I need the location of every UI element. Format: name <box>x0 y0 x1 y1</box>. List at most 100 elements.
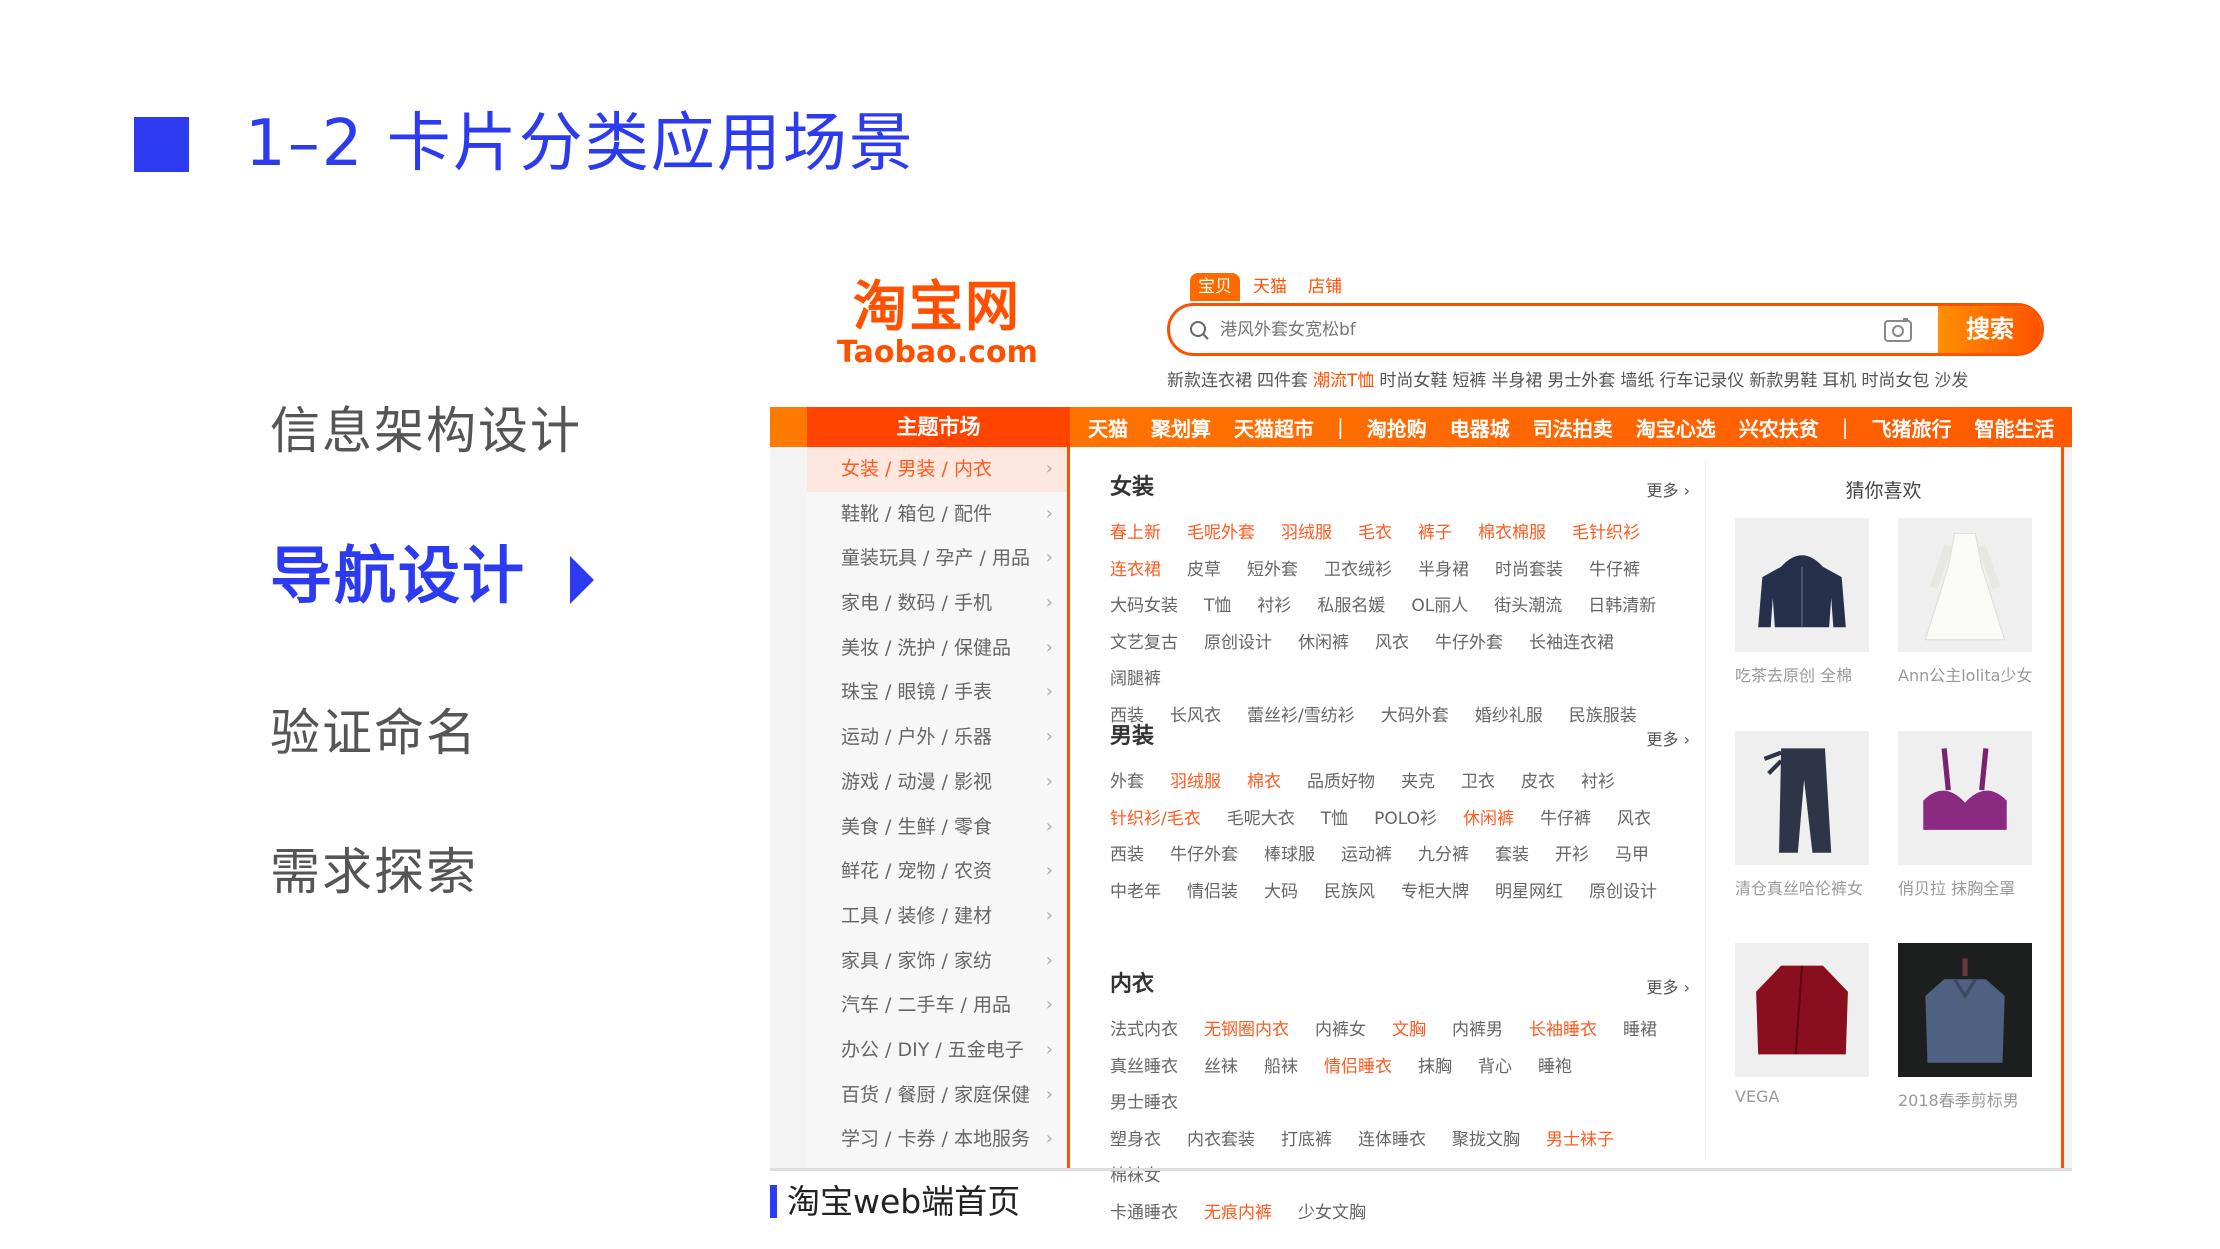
category-tag-link[interactable]: 聚拢文胸 <box>1452 1122 1520 1159</box>
category-tag-link[interactable]: 睡袍 <box>1538 1049 1572 1086</box>
category-tag-link[interactable]: 羽绒服 <box>1170 764 1221 801</box>
hot-word-link[interactable]: 墙纸 <box>1620 371 1654 391</box>
category-tag-link[interactable]: 风衣 <box>1375 625 1409 662</box>
category-tag-link[interactable]: 真丝睡衣 <box>1110 1049 1178 1086</box>
category-tag-link[interactable]: 背心 <box>1478 1049 1512 1086</box>
category-tag-link[interactable]: 情侣睡衣 <box>1324 1049 1392 1086</box>
sidebar-category-item[interactable]: 办公 / DIY / 五金电子 › <box>807 1028 1067 1073</box>
product-card[interactable]: VEGA <box>1735 943 1869 1106</box>
category-tag-link[interactable]: 日韩清新 <box>1588 588 1656 625</box>
product-card[interactable]: 吃茶去原创 全棉 <box>1735 518 1869 686</box>
category-tag-link[interactable]: POLO衫 <box>1374 801 1437 838</box>
category-tag-link[interactable]: 开衫 <box>1555 837 1589 874</box>
category-tag-link[interactable]: 男士袜子 <box>1546 1122 1614 1159</box>
search-tab-shops[interactable]: 店铺 <box>1300 273 1350 301</box>
sidebar-category-item[interactable]: 鲜花 / 宠物 / 农资 › <box>807 849 1067 894</box>
hot-word-link[interactable]: 耳机 <box>1822 371 1856 391</box>
category-tag-link[interactable]: 毛衣 <box>1358 515 1392 552</box>
product-card[interactable]: 2018春季剪标男 <box>1898 943 2032 1111</box>
more-link[interactable]: 更多 › <box>1647 477 1691 501</box>
hot-word-link[interactable]: 半身裙 <box>1491 371 1542 391</box>
category-tag-link[interactable]: 原创设计 <box>1589 874 1657 911</box>
category-tag-link[interactable]: 连体睡衣 <box>1358 1122 1426 1159</box>
camera-icon[interactable] <box>1883 316 1913 344</box>
category-tag-link[interactable]: 打底裤 <box>1281 1122 1332 1159</box>
product-card[interactable]: Ann公主lolita少女 <box>1898 518 2032 686</box>
category-tag-link[interactable]: 大码女装 <box>1110 588 1178 625</box>
category-tag-link[interactable]: 法式内衣 <box>1110 1012 1178 1049</box>
sidebar-category-item[interactable]: 童装玩具 / 孕产 / 用品 › <box>807 536 1067 581</box>
nav-theme-market[interactable]: 主题市场 <box>807 407 1070 447</box>
category-tag-link[interactable]: 衬衫 <box>1581 764 1615 801</box>
category-tag-link[interactable]: 长袖睡衣 <box>1529 1012 1597 1049</box>
category-tag-link[interactable]: 外套 <box>1110 764 1144 801</box>
category-tag-link[interactable]: 风衣 <box>1617 801 1651 838</box>
category-tag-link[interactable]: 阔腿裤 <box>1110 661 1161 698</box>
category-tag-link[interactable]: 休闲裤 <box>1298 625 1349 662</box>
category-tag-link[interactable]: 棉衣棉服 <box>1478 515 1546 552</box>
nav-item[interactable]: 智能生活 <box>1975 413 2055 442</box>
category-tag-link[interactable]: 品质好物 <box>1307 764 1375 801</box>
sidebar-category-item[interactable]: 美妆 / 洗护 / 保健品 › <box>807 626 1067 671</box>
category-tag-link[interactable]: 船袜 <box>1264 1049 1298 1086</box>
hot-word-link[interactable]: 行车记录仪 <box>1659 371 1744 391</box>
product-card[interactable]: 清仓真丝哈伦裤女 <box>1735 731 1869 899</box>
category-tag-link[interactable]: 运动裤 <box>1341 837 1392 874</box>
category-tag-link[interactable]: 短外套 <box>1247 552 1298 589</box>
sidebar-category-item[interactable]: 美食 / 生鲜 / 零食 › <box>807 805 1067 850</box>
taobao-logo[interactable]: 淘宝网 Taobao.com <box>837 277 1038 369</box>
nav-item[interactable]: 聚划算 <box>1151 413 1211 442</box>
category-tag-link[interactable]: 针织衫/毛衣 <box>1110 801 1201 838</box>
category-tag-link[interactable]: 塑身衣 <box>1110 1122 1161 1159</box>
category-tag-link[interactable]: 皮草 <box>1187 552 1221 589</box>
sidebar-category-item[interactable]: 鞋靴 / 箱包 / 配件 › <box>807 492 1067 537</box>
nav-item[interactable]: 天猫超市 <box>1234 413 1314 442</box>
category-tag-link[interactable]: 九分裤 <box>1418 837 1469 874</box>
category-tag-link[interactable]: 男士睡衣 <box>1110 1085 1178 1122</box>
more-link[interactable]: 更多 › <box>1647 974 1691 998</box>
category-tag-link[interactable]: 内衣套装 <box>1187 1122 1255 1159</box>
sidebar-category-item[interactable]: 工具 / 装修 / 建材 › <box>807 894 1067 939</box>
category-tag-link[interactable]: 牛仔裤 <box>1540 801 1591 838</box>
category-tag-link[interactable]: 棉袜女 <box>1110 1158 1161 1195</box>
menu-item-navigation-design[interactable]: 导航设计 <box>270 545 526 607</box>
category-tag-link[interactable]: 休闲裤 <box>1463 801 1514 838</box>
hot-word-link[interactable]: 男士外套 <box>1547 371 1615 391</box>
category-tag-link[interactable]: 棒球服 <box>1264 837 1315 874</box>
hot-word-link[interactable]: 潮流T恤 <box>1313 371 1374 391</box>
nav-item[interactable]: 电器城 <box>1450 413 1510 442</box>
category-tag-link[interactable]: 卫衣 <box>1461 764 1495 801</box>
category-tag-link[interactable]: 文艺复古 <box>1110 625 1178 662</box>
search-input[interactable] <box>1220 316 1920 344</box>
category-tag-link[interactable]: 情侣装 <box>1187 874 1238 911</box>
product-card[interactable]: 俏贝拉 抹胸全罩 <box>1898 731 2032 899</box>
category-tag-link[interactable]: 半身裙 <box>1418 552 1469 589</box>
sidebar-category-item[interactable]: 百货 / 餐厨 / 家庭保健 › <box>807 1073 1067 1118</box>
hot-word-link[interactable]: 短裤 <box>1452 371 1486 391</box>
category-tag-link[interactable]: 民族风 <box>1324 874 1375 911</box>
category-tag-link[interactable]: 睡裙 <box>1623 1012 1657 1049</box>
more-link[interactable]: 更多 › <box>1647 726 1691 750</box>
hot-word-link[interactable]: 新款连衣裙 <box>1167 371 1252 391</box>
category-tag-link[interactable]: 卡通睡衣 <box>1110 1195 1178 1232</box>
category-tag-link[interactable]: 内裤男 <box>1452 1012 1503 1049</box>
category-tag-link[interactable]: 套装 <box>1495 837 1529 874</box>
category-tag-link[interactable]: T恤 <box>1204 588 1231 625</box>
sidebar-category-item[interactable]: 珠宝 / 眼镜 / 手表 › <box>807 670 1067 715</box>
nav-item[interactable]: 天猫 <box>1088 413 1128 442</box>
sidebar-category-item[interactable]: 汽车 / 二手车 / 用品 › <box>807 983 1067 1028</box>
hot-word-link[interactable]: 时尚女包 <box>1861 371 1929 391</box>
category-tag-link[interactable]: 原创设计 <box>1204 625 1272 662</box>
search-button[interactable]: 搜索 <box>1938 306 2041 353</box>
category-tag-link[interactable]: 马甲 <box>1615 837 1649 874</box>
category-tag-link[interactable]: 毛针织衫 <box>1572 515 1640 552</box>
category-tag-link[interactable]: 夹克 <box>1401 764 1435 801</box>
category-tag-link[interactable]: 无钢圈内衣 <box>1204 1012 1289 1049</box>
category-tag-link[interactable]: 毛呢外套 <box>1187 515 1255 552</box>
category-tag-link[interactable]: 文胸 <box>1392 1012 1426 1049</box>
category-tag-link[interactable]: 毛呢大衣 <box>1227 801 1295 838</box>
category-tag-link[interactable]: 大码 <box>1264 874 1298 911</box>
menu-item-requirement-exploration[interactable]: 需求探索 <box>270 842 478 902</box>
category-tag-link[interactable]: 衬衫 <box>1257 588 1291 625</box>
category-tag-link[interactable]: 少女文胸 <box>1298 1195 1366 1232</box>
